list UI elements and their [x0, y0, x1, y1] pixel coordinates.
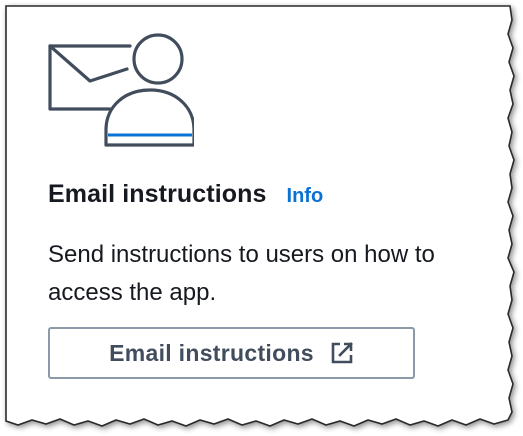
screenshot-stage: Email instructions Info Send instruction…	[0, 0, 523, 436]
email-instructions-button-label: Email instructions	[109, 339, 314, 366]
card-description: Send instructions to users on how to acc…	[48, 241, 435, 306]
external-link-icon	[330, 341, 354, 365]
card-header: Email instructions Info	[48, 180, 323, 209]
email-instructions-card: Email instructions Info Send instruction…	[0, 0, 523, 436]
person-head-shape	[132, 33, 184, 85]
info-link[interactable]: Info	[287, 185, 324, 208]
email-user-illustration	[48, 33, 196, 147]
email-instructions-button[interactable]: Email instructions	[48, 327, 415, 379]
email-user-icon	[44, 27, 196, 157]
person-body-shape	[104, 88, 196, 147]
external-link-glyph	[331, 342, 353, 364]
card-title: Email instructions	[48, 180, 267, 208]
